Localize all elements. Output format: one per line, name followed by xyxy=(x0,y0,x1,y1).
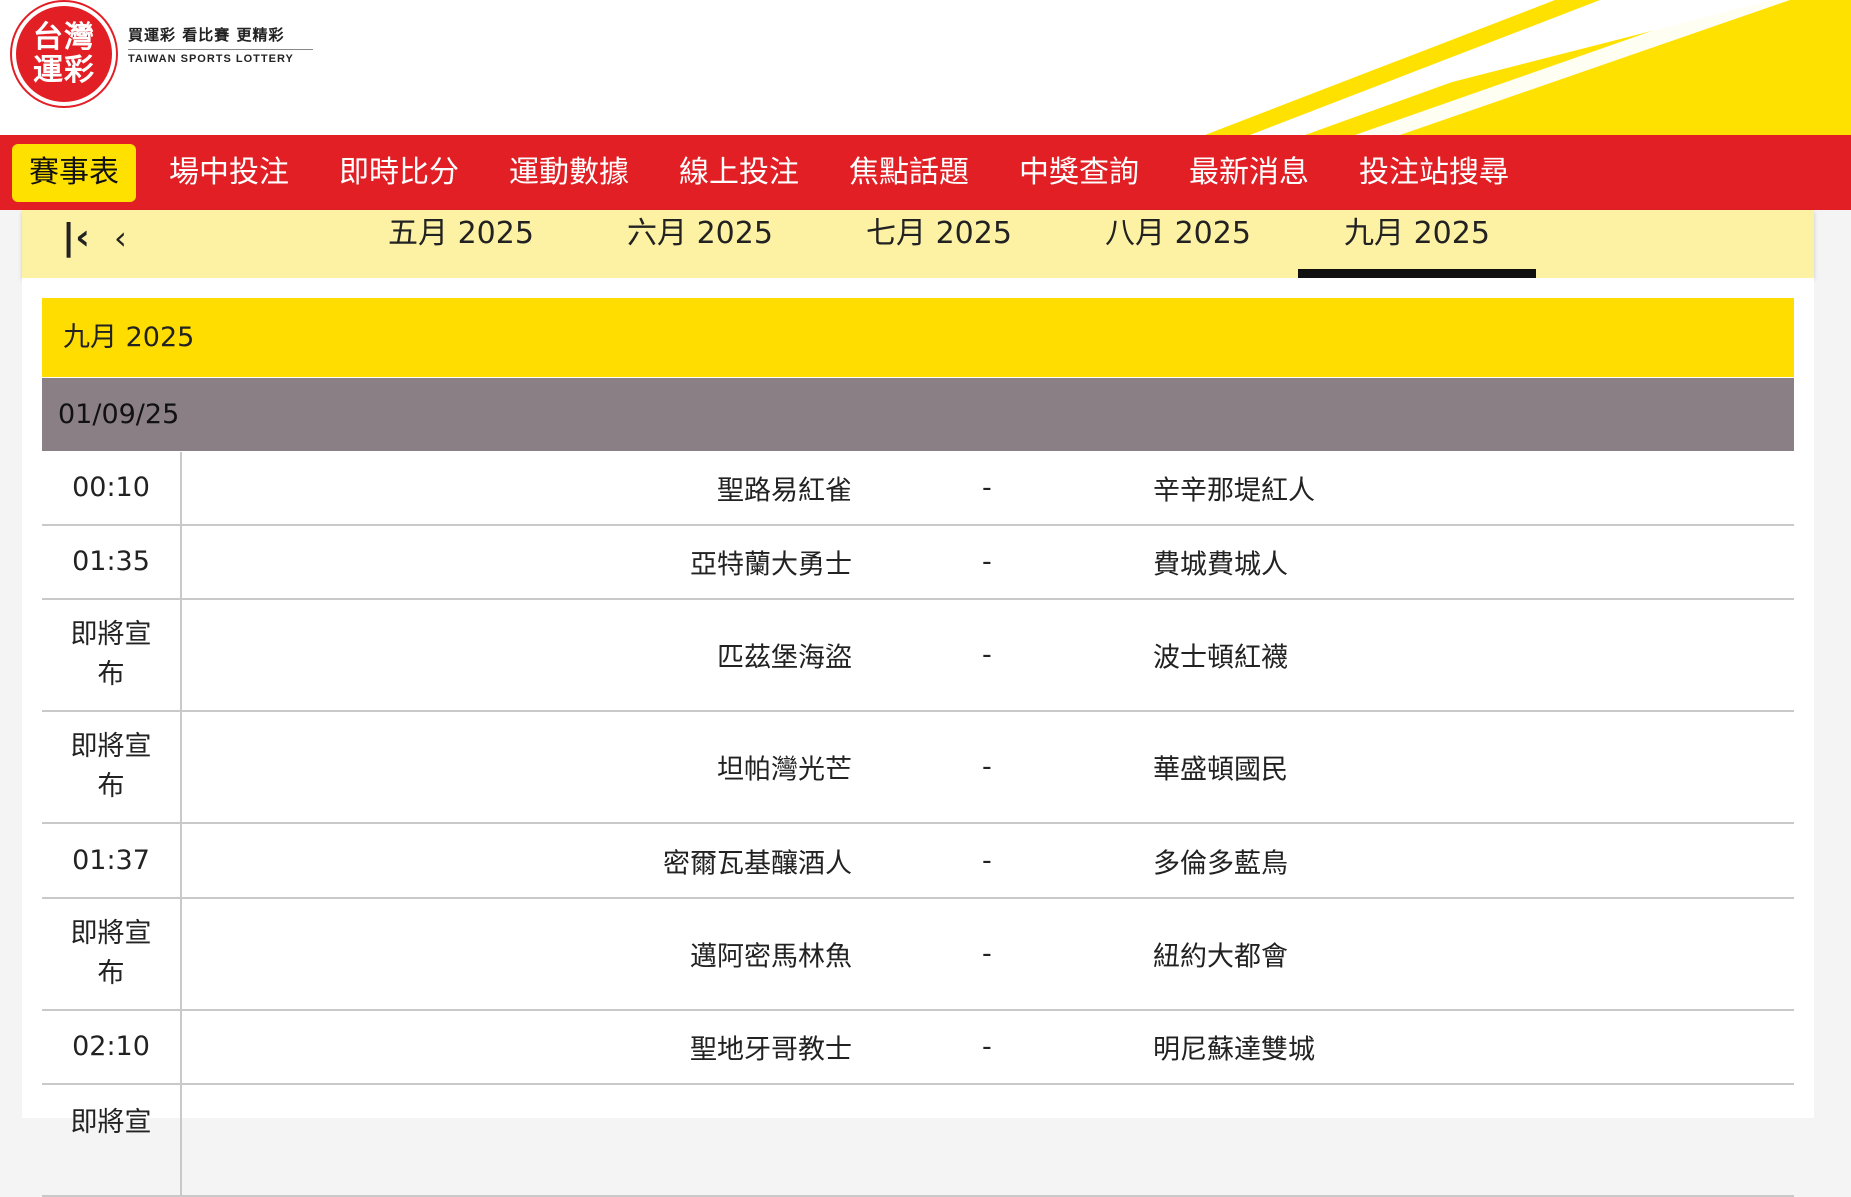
game-time: 即將宣布 xyxy=(42,712,182,822)
away-team: 華盛頓國民 xyxy=(1153,754,1288,786)
brand-block: 買運彩 看比賽 更精彩 TAIWAN SPORTS LOTTERY xyxy=(128,24,313,65)
month-tab-september[interactable]: 九月 2025 xyxy=(1298,210,1536,278)
game-time: 即將宣布 xyxy=(42,899,182,1009)
versus-separator: - xyxy=(982,845,992,876)
game-row[interactable]: 即將宣布 匹茲堡海盜 - 波士頓紅襪 xyxy=(42,600,1794,712)
away-team: 辛辛那堤紅人 xyxy=(1153,475,1315,507)
date-header: 01/09/25 xyxy=(42,378,1794,451)
nav-item-latest-news[interactable]: 最新消息 xyxy=(1172,144,1326,202)
header-stripe-decoration xyxy=(1205,0,1851,135)
nav-item-featured-topics[interactable]: 焦點話題 xyxy=(832,144,986,202)
versus-separator: - xyxy=(982,639,992,671)
away-team: 多倫多藍鳥 xyxy=(1153,848,1288,879)
game-time: 即將宣 xyxy=(42,1085,182,1195)
game-row[interactable]: 01:37 密爾瓦基釀酒人 - 多倫多藍鳥 xyxy=(42,824,1794,899)
main-nav: 賽事表 場中投注 即時比分 運動數據 線上投注 焦點話題 中獎查詢 最新消息 投… xyxy=(0,135,1851,210)
game-row[interactable]: 00:10 聖路易紅雀 - 辛辛那堤紅人 xyxy=(42,452,1794,526)
brand-slogan: 買運彩 看比賽 更精彩 xyxy=(128,24,313,50)
home-team: 聖路易紅雀 xyxy=(717,475,852,507)
away-team: 費城費城人 xyxy=(1153,549,1288,581)
game-time: 00:10 xyxy=(42,452,182,524)
first-page-icon[interactable]: |‹ xyxy=(62,218,90,258)
brand-name-en: TAIWAN SPORTS LOTTERY xyxy=(128,53,294,65)
versus-separator: - xyxy=(982,472,992,504)
schedule-panel: 九月 2025 01/09/25 00:10 聖路易紅雀 - 辛辛那堤紅人 01… xyxy=(22,278,1814,1197)
month-tab-may[interactable]: 五月 2025 xyxy=(342,210,580,278)
game-time: 即將宣布 xyxy=(42,600,182,710)
game-time: 01:37 xyxy=(42,824,182,897)
versus-separator: - xyxy=(982,546,992,578)
game-list: 00:10 聖路易紅雀 - 辛辛那堤紅人 01:35 亞特蘭大勇士 - 費城費城… xyxy=(42,452,1794,1197)
game-row[interactable]: 即將宣布 邁阿密馬林魚 - 紐約大都會 xyxy=(42,899,1794,1011)
away-team: 紐約大都會 xyxy=(1153,941,1288,973)
month-tab-july[interactable]: 七月 2025 xyxy=(820,210,1058,278)
home-team: 亞特蘭大勇士 xyxy=(690,549,852,581)
logo-text: 台灣運彩 xyxy=(33,20,95,88)
chevron-left-icon[interactable]: ‹ xyxy=(114,218,127,258)
away-team: 波士頓紅襪 xyxy=(1153,642,1288,674)
nav-item-online-betting[interactable]: 線上投注 xyxy=(662,144,816,202)
game-time: 01:35 xyxy=(42,526,182,598)
month-tab-june[interactable]: 六月 2025 xyxy=(581,210,819,278)
home-team: 坦帕灣光芒 xyxy=(717,754,852,786)
month-selector: |‹ ‹ 五月 2025 六月 2025 七月 2025 八月 2025 九月 … xyxy=(22,210,1814,278)
home-team: 邁阿密馬林魚 xyxy=(690,941,852,973)
month-title: 九月 2025 xyxy=(42,298,1794,377)
versus-separator: - xyxy=(982,751,992,783)
game-row[interactable]: 即將宣 xyxy=(42,1085,1794,1197)
game-row[interactable]: 即將宣布 坦帕灣光芒 - 華盛頓國民 xyxy=(42,712,1794,824)
home-team: 聖地牙哥教士 xyxy=(690,1034,852,1066)
away-team: 明尼蘇達雙城 xyxy=(1153,1034,1315,1066)
nav-item-prize-check[interactable]: 中獎查詢 xyxy=(1002,144,1156,202)
nav-item-sports-data[interactable]: 運動數據 xyxy=(492,144,646,202)
game-time: 02:10 xyxy=(42,1011,182,1083)
nav-item-live-betting[interactable]: 場中投注 xyxy=(152,144,306,202)
nav-item-schedule[interactable]: 賽事表 xyxy=(12,143,136,202)
home-team: 匹茲堡海盜 xyxy=(717,642,852,674)
nav-item-live-scores[interactable]: 即時比分 xyxy=(322,144,476,202)
versus-separator: - xyxy=(982,1031,992,1063)
versus-separator: - xyxy=(982,938,992,970)
site-header: 台灣運彩 買運彩 看比賽 更精彩 TAIWAN SPORTS LOTTERY xyxy=(0,0,1851,135)
game-row[interactable]: 02:10 聖地牙哥教士 - 明尼蘇達雙城 xyxy=(42,1011,1794,1085)
logo[interactable]: 台灣運彩 xyxy=(12,2,116,106)
game-row[interactable]: 01:35 亞特蘭大勇士 - 費城費城人 xyxy=(42,526,1794,600)
home-team: 密爾瓦基釀酒人 xyxy=(663,848,852,879)
nav-item-store-search[interactable]: 投注站搜尋 xyxy=(1342,144,1526,202)
month-tab-august[interactable]: 八月 2025 xyxy=(1059,210,1297,278)
